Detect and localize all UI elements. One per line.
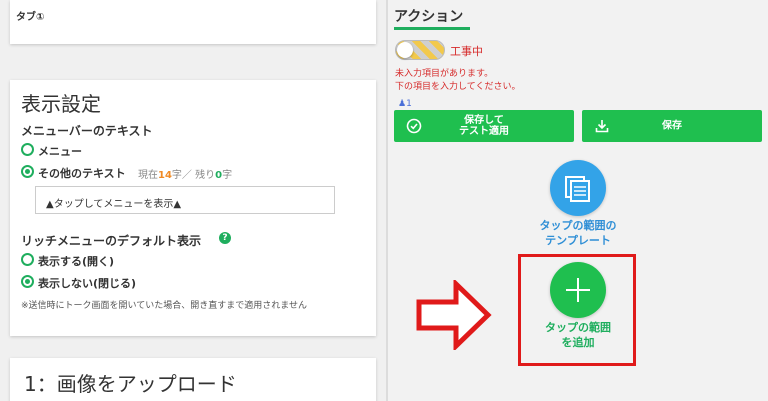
tab-card: タブ①: [10, 0, 376, 44]
user-icon: ♟: [398, 99, 407, 109]
add-tap-area-caption[interactable]: タップの範囲 を追加: [508, 320, 648, 350]
template-button[interactable]: [550, 160, 606, 216]
tab-label: タブ①: [16, 12, 45, 23]
action-title-underline: [394, 27, 470, 30]
display-settings-card: 表示設定 メニューバーのテキスト メニュー その他のテキスト 現在14字／ 残り…: [10, 80, 376, 336]
copy-template-icon: [565, 176, 590, 202]
save-and-test-button[interactable]: 保存して テスト適用: [394, 110, 574, 142]
left-panel: タブ① 表示設定 メニューバーのテキスト メニュー その他のテキスト 現在14字…: [0, 0, 386, 401]
upload-title: 1：画像をアップロード: [24, 372, 237, 396]
upload-card: 1：画像をアップロード: [10, 358, 376, 401]
radio-other-text-label[interactable]: その他のテキスト: [38, 165, 126, 181]
radio-hide-label[interactable]: 表示しない(閉じる): [38, 275, 136, 291]
menubar-text-label: メニューバーのテキスト: [21, 124, 153, 138]
template-caption[interactable]: タップの範囲の テンプレート: [508, 218, 648, 248]
help-icon[interactable]: ?: [219, 232, 231, 244]
rich-menu-default-label: リッチメニューのデフォルト表示: [21, 234, 202, 248]
radio-show-label[interactable]: 表示する(開く): [38, 253, 114, 269]
radio-menu[interactable]: [21, 143, 34, 156]
plus-icon: [566, 278, 590, 302]
save-and-test-label: 保存して テスト適用: [459, 115, 509, 137]
char-counter: 現在14字／ 残り0字: [138, 170, 233, 181]
add-tap-area-button[interactable]: [550, 262, 606, 318]
construction-toggle[interactable]: [395, 40, 445, 60]
radio-hide[interactable]: [21, 275, 34, 288]
warning-line-1: 未入力項目があります。: [395, 69, 494, 79]
warning-line-2: 下の項目を入力してください。: [395, 82, 521, 92]
radio-show[interactable]: [21, 253, 34, 266]
radio-menu-label[interactable]: メニュー: [38, 143, 82, 159]
save-label: 保存: [662, 120, 682, 132]
save-button[interactable]: 保存: [582, 110, 762, 142]
action-title: アクション: [394, 9, 464, 25]
toggle-label: 工事中: [450, 45, 483, 58]
radio-other-text[interactable]: [21, 165, 34, 178]
toggle-knob: [397, 42, 413, 58]
settings-note: ※送信時にトーク画面を開いていた場合、開き直すまで適用されません: [21, 301, 308, 311]
action-panel: アクション 工事中 未入力項目があります。 下の項目を入力してください。 ♟1 …: [388, 0, 768, 401]
menubar-text-input[interactable]: ▲タップしてメニューを表示▲: [35, 186, 335, 214]
user-count: ♟1: [398, 99, 412, 109]
arrow-right-icon: [416, 280, 492, 350]
section-title: 表示設定: [21, 92, 101, 116]
